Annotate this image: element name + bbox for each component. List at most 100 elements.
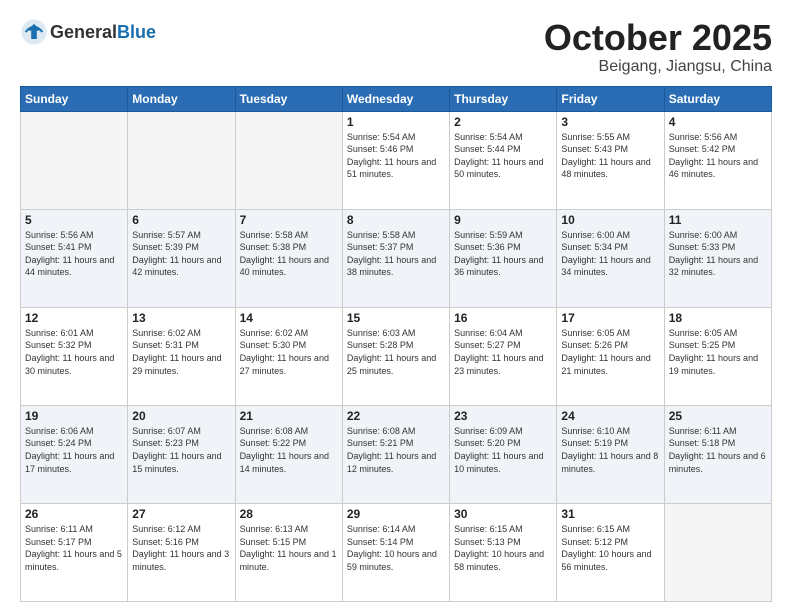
day-info: Sunrise: 6:14 AMSunset: 5:14 PMDaylight:… [347,523,445,573]
calendar-cell: 9Sunrise: 5:59 AMSunset: 5:36 PMDaylight… [450,209,557,307]
sunrise-text: Sunrise: 6:06 AM [25,426,94,436]
sunset-text: Sunset: 5:23 PM [132,438,199,448]
weekday-header-thursday: Thursday [450,86,557,111]
day-info: Sunrise: 6:10 AMSunset: 5:19 PMDaylight:… [561,425,659,475]
sunrise-text: Sunrise: 6:10 AM [561,426,630,436]
sunset-text: Sunset: 5:30 PM [240,340,307,350]
sunrise-text: Sunrise: 5:56 AM [25,230,94,240]
day-number: 23 [454,409,552,423]
calendar-cell: 3Sunrise: 5:55 AMSunset: 5:43 PMDaylight… [557,111,664,209]
sunrise-text: Sunrise: 6:03 AM [347,328,416,338]
sunset-text: Sunset: 5:16 PM [132,537,199,547]
sunrise-text: Sunrise: 6:13 AM [240,524,309,534]
sunrise-text: Sunrise: 5:54 AM [454,132,523,142]
day-number: 28 [240,507,338,521]
day-info: Sunrise: 5:58 AMSunset: 5:38 PMDaylight:… [240,229,338,279]
sunrise-text: Sunrise: 6:09 AM [454,426,523,436]
sunset-text: Sunset: 5:17 PM [25,537,92,547]
sunset-text: Sunset: 5:43 PM [561,144,628,154]
calendar-subtitle: Beigang, Jiangsu, China [544,58,772,76]
day-number: 15 [347,311,445,325]
sunrise-text: Sunrise: 6:00 AM [669,230,738,240]
calendar-cell: 7Sunrise: 5:58 AMSunset: 5:38 PMDaylight… [235,209,342,307]
calendar-cell: 24 Sunrise: 6:10 AMSunset: 5:19 PMDayligh… [557,405,664,503]
weekday-header-sunday: Sunday [21,86,128,111]
sunrise-text: Sunrise: 6:01 AM [25,328,94,338]
calendar-week-row: 5Sunrise: 5:56 AMSunset: 5:41 PMDaylight… [21,209,772,307]
day-info: Sunrise: 6:15 AMSunset: 5:12 PMDaylight:… [561,523,659,573]
sunset-text: Sunset: 5:12 PM [561,537,628,547]
sunrise-text: Sunrise: 6:12 AM [132,524,201,534]
day-info: Sunrise: 5:55 AMSunset: 5:43 PMDaylight:… [561,131,659,181]
sunset-text: Sunset: 5:13 PM [454,537,521,547]
daylight-text: Daylight: 11 hours and 23 minutes. [454,353,543,376]
day-number: 12 [25,311,123,325]
calendar-week-row: 1Sunrise: 5:54 AMSunset: 5:46 PMDaylight… [21,111,772,209]
calendar-cell: 8Sunrise: 5:58 AMSunset: 5:37 PMDaylight… [342,209,449,307]
daylight-text: Daylight: 11 hours and 27 minutes. [240,353,329,376]
calendar-cell: 29Sunrise: 6:14 AMSunset: 5:14 PMDayligh… [342,503,449,601]
day-number: 18 [669,311,767,325]
sunrise-text: Sunrise: 6:05 AM [561,328,630,338]
day-number: 24 [561,409,659,423]
sunrise-text: Sunrise: 6:08 AM [240,426,309,436]
weekday-header-friday: Friday [557,86,664,111]
calendar-cell: 27Sunrise: 6:12 AMSunset: 5:16 PMDayligh… [128,503,235,601]
calendar-cell [235,111,342,209]
calendar-cell: 25Sunrise: 6:11 AMSunset: 5:18 PMDayligh… [664,405,771,503]
sunrise-text: Sunrise: 6:08 AM [347,426,416,436]
calendar-cell [21,111,128,209]
day-number: 4 [669,115,767,129]
day-info: Sunrise: 6:02 AMSunset: 5:31 PMDaylight:… [132,327,230,377]
calendar-cell: 30Sunrise: 6:15 AMSunset: 5:13 PMDayligh… [450,503,557,601]
daylight-text: Daylight: 11 hours and 5 minutes. [25,549,122,572]
day-number: 6 [132,213,230,227]
daylight-text: Daylight: 11 hours and 19 minutes. [669,353,758,376]
daylight-text: Daylight: 11 hours and 10 minutes. [454,451,543,474]
daylight-text: Daylight: 10 hours and 58 minutes. [454,549,544,572]
calendar-cell: 2Sunrise: 5:54 AMSunset: 5:44 PMDaylight… [450,111,557,209]
weekday-header-saturday: Saturday [664,86,771,111]
calendar-cell: 18Sunrise: 6:05 AMSunset: 5:25 PMDayligh… [664,307,771,405]
sunset-text: Sunset: 5:42 PM [669,144,736,154]
day-number: 16 [454,311,552,325]
day-number: 21 [240,409,338,423]
sunset-text: Sunset: 5:39 PM [132,242,199,252]
day-info: Sunrise: 6:07 AMSunset: 5:23 PMDaylight:… [132,425,230,475]
calendar-cell [664,503,771,601]
day-info: Sunrise: 6:04 AMSunset: 5:27 PMDaylight:… [454,327,552,377]
day-info: Sunrise: 5:56 AMSunset: 5:41 PMDaylight:… [25,229,123,279]
sunrise-text: Sunrise: 6:02 AM [132,328,201,338]
day-number: 17 [561,311,659,325]
sunrise-text: Sunrise: 6:15 AM [454,524,523,534]
daylight-text: Daylight: 11 hours and 38 minutes. [347,255,436,278]
logo-icon [20,18,48,46]
title-block: October 2025 Beigang, Jiangsu, China [544,18,772,76]
sunset-text: Sunset: 5:34 PM [561,242,628,252]
day-info: Sunrise: 6:08 AMSunset: 5:21 PMDaylight:… [347,425,445,475]
sunset-text: Sunset: 5:18 PM [669,438,736,448]
calendar-cell: 16 Sunrise: 6:04 AMSunset: 5:27 PMDayligh… [450,307,557,405]
day-info: Sunrise: 6:02 AM Sunset: 5:30 PM Daylight:… [240,327,338,377]
daylight-text: Daylight: 11 hours and 15 minutes. [132,451,221,474]
calendar-cell: 14Sunrise: 6:02 AMSunset: 5:30 PMDayligh… [235,307,342,405]
daylight-text: Daylight: 10 hours and 59 minutes. [347,549,437,572]
sunset-text: Sunset: 5:36 PM [454,242,521,252]
day-info: Sunrise: 6:06 AMSunset: 5:24 PMDaylight:… [25,425,123,475]
daylight-text: Daylight: 11 hours and 36 minutes. [454,255,543,278]
day-info: Sunrise: 6:11 AMSunset: 5:17 PMDaylight:… [25,523,123,573]
calendar-cell: 10Sunrise: 6:00 AMSunset: 5:34 PMDayligh… [557,209,664,307]
logo-general-text: General [50,22,117,42]
sunrise-text: Sunrise: 5:59 AM [454,230,523,240]
sunrise-text: Sunrise: 5:56 AM [669,132,738,142]
day-info: Sunrise: 5:56 AMSunset: 5:42 PMDaylight:… [669,131,767,181]
day-number: 22 [347,409,445,423]
day-info: Sunrise: 5:57 AMSunset: 5:39 PMDaylight:… [132,229,230,279]
calendar-title: October 2025 [544,18,772,58]
sunrise-text: Sunrise: 5:54 AM [347,132,416,142]
sunrise-text: Sunrise: 6:04 AM [454,328,523,338]
logo: GeneralBlue [20,18,156,46]
day-info: Sunrise: 5:54 AMSunset: 5:44 PMDaylight:… [454,131,552,181]
sunrise-text: Sunrise: 6:02 AM [240,328,309,338]
weekday-header-tuesday: Tuesday [235,86,342,111]
